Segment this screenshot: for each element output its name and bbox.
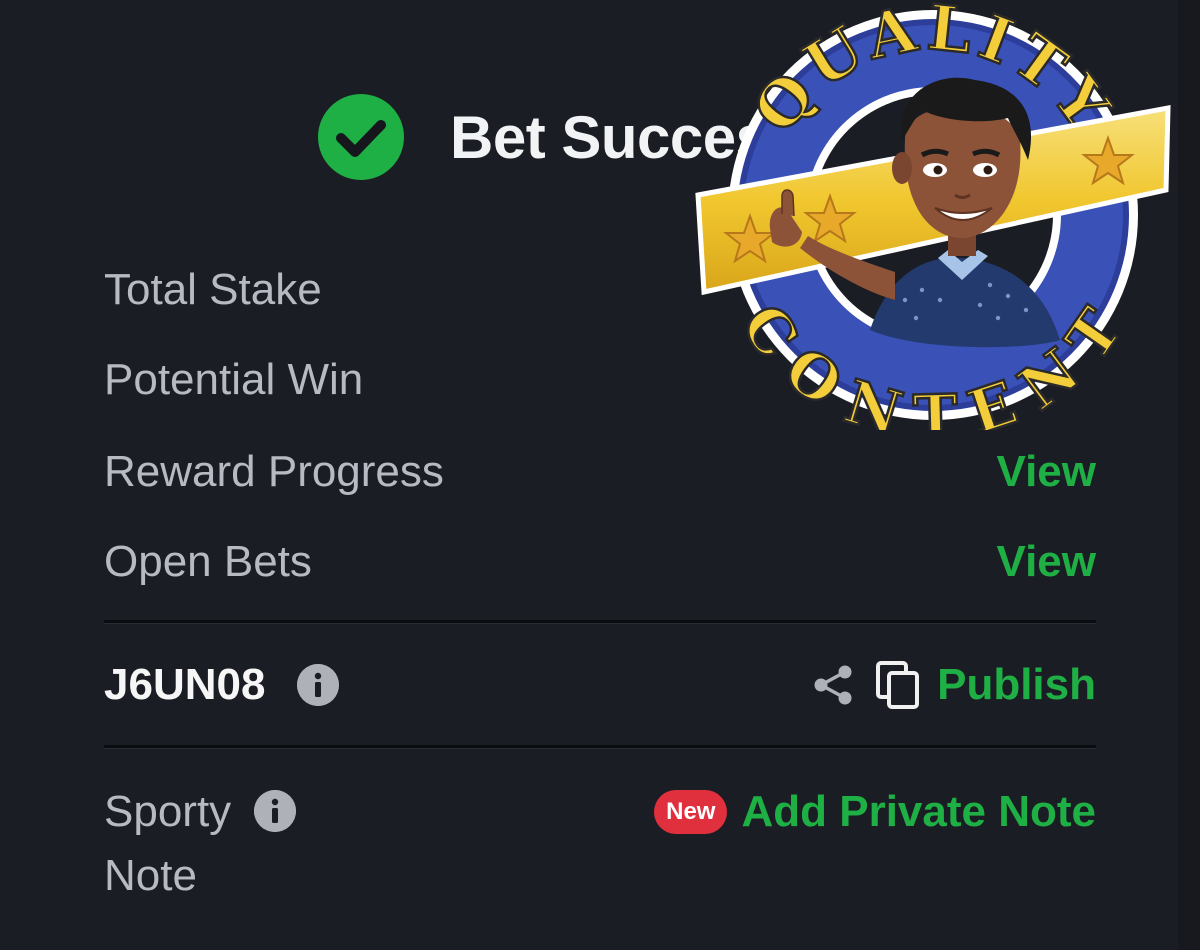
reward-progress-label: Reward Progress xyxy=(104,447,444,496)
screen-edge xyxy=(1178,0,1200,950)
booking-code-row: J6UN08 Publish xyxy=(104,655,1096,715)
copy-icon[interactable] xyxy=(875,660,921,710)
open-bets-view-link[interactable]: View xyxy=(997,537,1096,587)
quality-content-sticker: QUALITY CONTENT xyxy=(695,0,1171,430)
add-private-note-button[interactable]: Add Private Note xyxy=(741,787,1096,837)
divider xyxy=(104,620,1096,624)
publish-button[interactable]: Publish xyxy=(937,660,1096,710)
open-bets-label: Open Bets xyxy=(104,537,312,586)
bet-confirmation-screen: Bet Successful Total Stake Potential Win… xyxy=(0,0,1200,950)
check-circle-icon xyxy=(318,94,404,180)
total-stake-label: Total Stake xyxy=(104,265,322,314)
share-icon[interactable] xyxy=(811,663,855,707)
potential-win-label: Potential Win xyxy=(104,355,364,404)
info-icon[interactable] xyxy=(297,664,340,706)
booking-code: J6UN08 xyxy=(104,660,266,709)
reward-progress-row: Reward Progress View xyxy=(104,442,1096,502)
sporty-note-row: Sporty Note New Add Private Note xyxy=(104,780,1096,910)
reward-progress-view-link[interactable]: View xyxy=(997,447,1096,497)
new-badge: New xyxy=(654,790,728,834)
divider xyxy=(104,745,1096,749)
info-icon[interactable] xyxy=(254,790,296,832)
open-bets-row: Open Bets View xyxy=(104,532,1096,592)
